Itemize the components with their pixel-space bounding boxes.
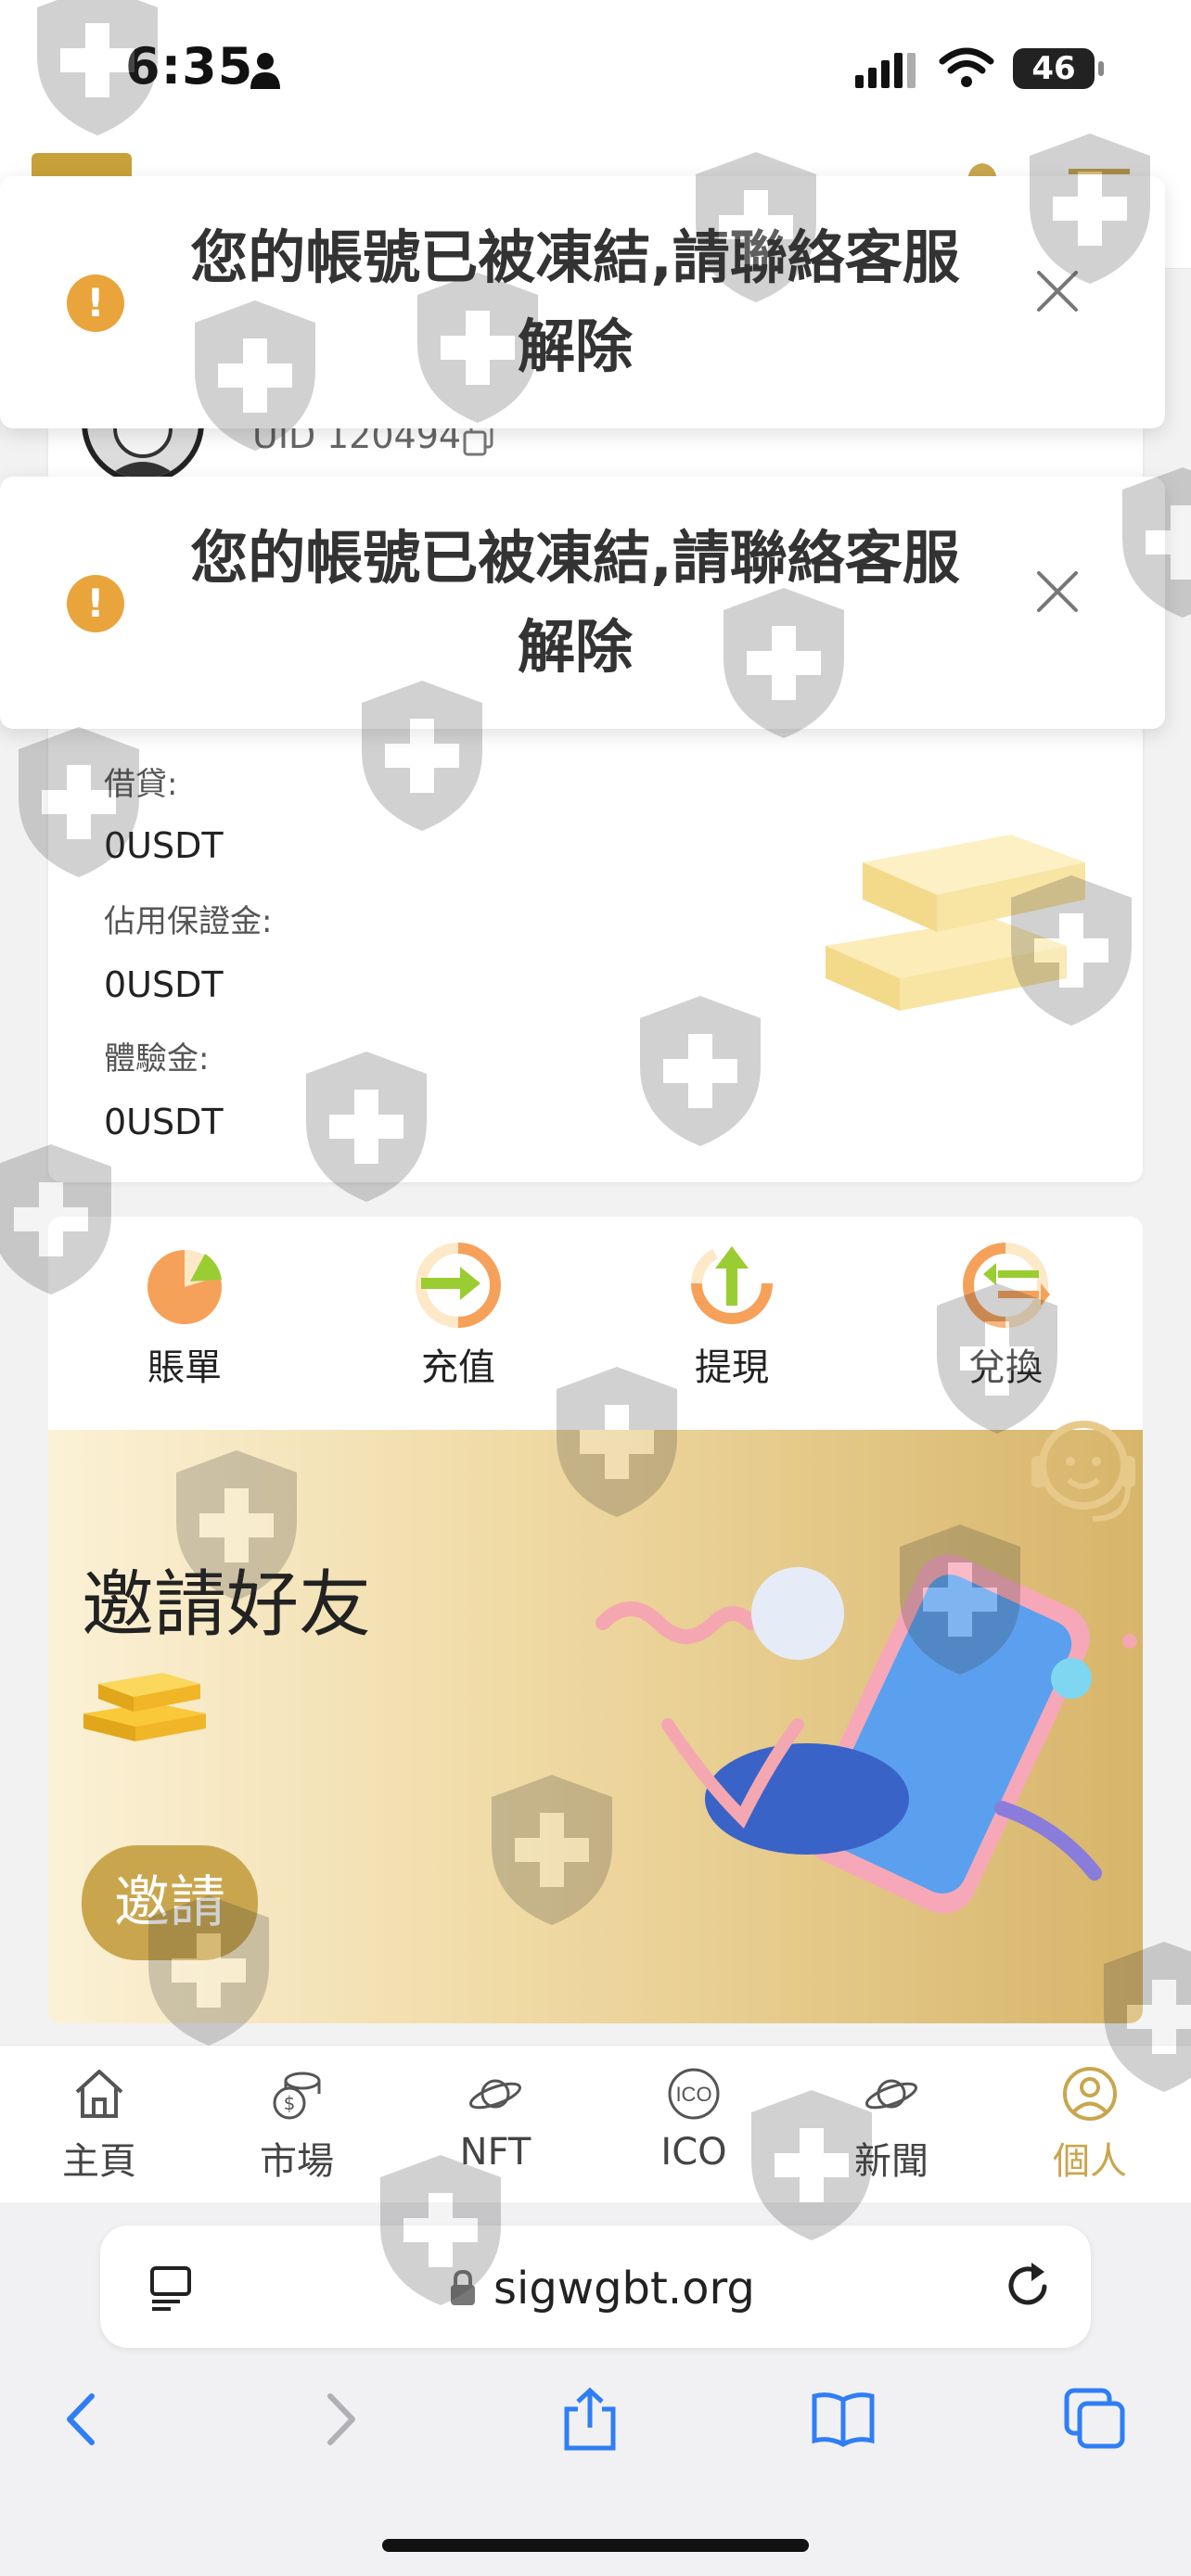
- loan-value: 0USDT: [104, 825, 224, 866]
- page-menu-icon[interactable]: [147, 2264, 195, 2313]
- account-card: [48, 334, 1143, 1182]
- action-bill[interactable]: 賬單: [110, 1239, 259, 1406]
- deposit-arrow-icon: [416, 1243, 501, 1328]
- frozen-account-toast: ! 您的帳號已被凍結,請聯絡客服解除: [0, 477, 1165, 729]
- nav-label-news: 新聞: [854, 2140, 928, 2183]
- trial-fund-value: 0USDT: [104, 1102, 224, 1142]
- withdraw-arrow-icon: [691, 1246, 773, 1324]
- nav-item-nft[interactable]: NFT: [426, 2066, 565, 2174]
- bottom-nav: [0, 2045, 1191, 2202]
- action-withdraw-label: 提現: [695, 1346, 769, 1389]
- status-time: 6:35: [125, 37, 254, 96]
- loan-label: 借貸:: [104, 766, 178, 803]
- frozen-account-toast: ! 您的帳號已被凍結,請聯絡客服解除: [0, 176, 1165, 428]
- action-bill-label: 賬單: [147, 1346, 222, 1389]
- warning-icon: !: [67, 575, 124, 632]
- nav-label-home: 主頁: [62, 2140, 136, 2183]
- tabs-overview-icon[interactable]: [1063, 2387, 1128, 2452]
- nav-item-profile[interactable]: 個人: [1020, 2066, 1159, 2185]
- close-icon[interactable]: [1031, 566, 1083, 618]
- nav-label-market: 市場: [260, 2140, 334, 2183]
- url-text[interactable]: sigwgbt.org: [493, 2263, 755, 2315]
- ico-icon: ICO: [668, 2068, 720, 2120]
- margin-label: 佔用保證金:: [104, 903, 273, 940]
- battery-tip: [1098, 61, 1104, 76]
- bill-pie-icon: [147, 1250, 222, 1324]
- nav-label-nft: NFT: [459, 2131, 531, 2174]
- nav-label-ico: ICO: [660, 2131, 727, 2174]
- planet-icon: [469, 2079, 521, 2110]
- exchange-arrows-icon: [963, 1243, 1050, 1328]
- lock-icon: [451, 2270, 475, 2305]
- share-icon[interactable]: [557, 2387, 622, 2452]
- reload-icon[interactable]: [1004, 2261, 1056, 2313]
- action-withdraw[interactable]: 提現: [658, 1239, 806, 1406]
- margin-value: 0USDT: [104, 964, 224, 1005]
- invite-button[interactable]: 邀請: [82, 1845, 258, 1960]
- action-deposit-label: 充值: [421, 1346, 495, 1389]
- cellular-signal-icon: [855, 53, 916, 88]
- nav-item-news[interactable]: 新聞: [822, 2066, 961, 2185]
- invite-title: 邀請好友: [82, 1563, 372, 1647]
- battery-indicator: 46: [1013, 48, 1095, 89]
- nav-label-profile: 個人: [1053, 2140, 1127, 2183]
- forward-icon[interactable]: [306, 2387, 371, 2452]
- nav-item-home[interactable]: 主頁: [30, 2066, 169, 2185]
- warning-icon: !: [67, 274, 124, 332]
- toast-message: 您的帳號已被凍結,請聯絡客服解除: [190, 524, 960, 681]
- planet-icon: [865, 2079, 917, 2110]
- home-icon: [75, 2070, 123, 2118]
- wifi-icon: [939, 47, 994, 87]
- home-indicator: [382, 2539, 809, 2552]
- toast-message: 您的帳號已被凍結,請聯絡客服解除: [190, 223, 960, 380]
- person-circle-icon: [1063, 2067, 1117, 2121]
- action-exchange[interactable]: 兌換: [931, 1239, 1080, 1406]
- action-exchange-label: 兌換: [968, 1346, 1043, 1389]
- phone-illustration: [596, 1554, 1137, 1914]
- action-deposit[interactable]: 充值: [384, 1239, 532, 1406]
- nav-item-ico[interactable]: ICO ICO: [624, 2066, 763, 2174]
- person-icon: [250, 53, 280, 89]
- nav-item-market[interactable]: $ 市場: [227, 2066, 366, 2185]
- gold-bars-icon: [83, 1673, 206, 1741]
- gold-bars-illustration: [826, 835, 1085, 1011]
- back-icon[interactable]: [51, 2387, 116, 2452]
- trial-fund-label: 體驗金:: [104, 1040, 210, 1078]
- svg-text:$: $: [284, 2092, 296, 2114]
- close-icon[interactable]: [1031, 265, 1083, 317]
- bookmarks-icon[interactable]: [811, 2387, 876, 2452]
- svg-text:ICO: ICO: [675, 2083, 711, 2106]
- customer-service-icon[interactable]: [1018, 1409, 1148, 1530]
- coins-icon: $: [273, 2072, 321, 2120]
